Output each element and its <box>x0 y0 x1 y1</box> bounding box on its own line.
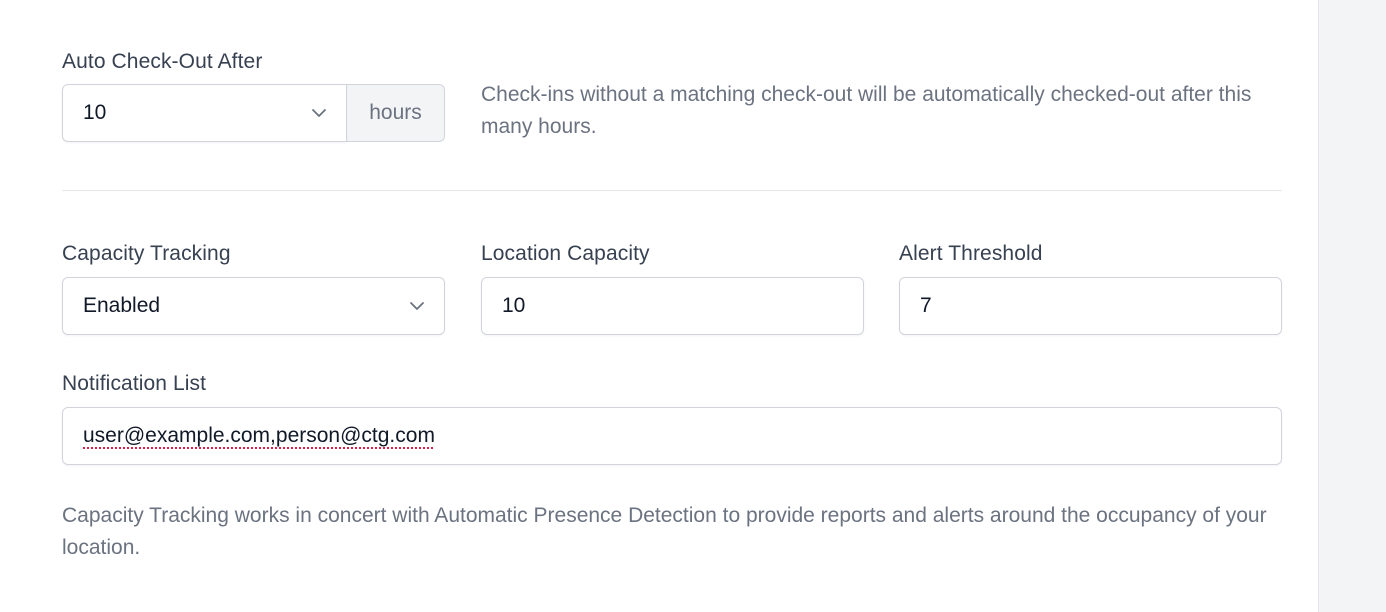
capacity-tracking-selected-value: Enabled <box>83 294 161 317</box>
notification-list-label: Notification List <box>62 372 207 395</box>
capacity-tracking-label: Capacity Tracking <box>62 242 231 265</box>
alert-threshold-input[interactable]: 7 <box>899 277 1282 335</box>
location-capacity-input[interactable]: 10 <box>481 277 864 335</box>
capacity-tracking-help-text: Capacity Tracking works in concert with … <box>62 504 1267 559</box>
auto-checkout-help-text: Check-ins without a matching check-out w… <box>481 83 1252 138</box>
capacity-tracking-select[interactable]: Enabled <box>62 277 445 335</box>
chevron-down-icon <box>408 297 426 315</box>
auto-checkout-selected-value: 10 <box>83 101 107 124</box>
location-capacity-label: Location Capacity <box>481 242 650 265</box>
hours-unit-addon: hours <box>347 84 445 142</box>
side-panel <box>1318 0 1386 612</box>
capacity-tracking-field: Capacity Tracking Enabled <box>62 241 445 335</box>
notification-list-input[interactable]: user@example.com,person@ctg.com <box>62 407 1282 465</box>
alert-threshold-value: 7 <box>920 294 932 317</box>
settings-page: Auto Check-Out After 10 hours Check-ins … <box>0 0 1386 612</box>
location-capacity-field: Location Capacity 10 <box>481 241 864 335</box>
auto-checkout-input-group: 10 hours <box>62 84 445 142</box>
notification-list-field: Notification List user@example.com,perso… <box>62 371 1282 465</box>
location-capacity-value: 10 <box>502 294 526 317</box>
section-divider <box>62 190 1282 191</box>
auto-checkout-label: Auto Check-Out After <box>62 50 263 73</box>
notification-list-value: user@example.com,person@ctg.com <box>83 424 435 447</box>
auto-checkout-select[interactable]: 10 <box>62 84 347 142</box>
alert-threshold-label: Alert Threshold <box>899 242 1043 265</box>
chevron-down-icon <box>310 104 328 122</box>
alert-threshold-field: Alert Threshold 7 <box>899 241 1282 335</box>
